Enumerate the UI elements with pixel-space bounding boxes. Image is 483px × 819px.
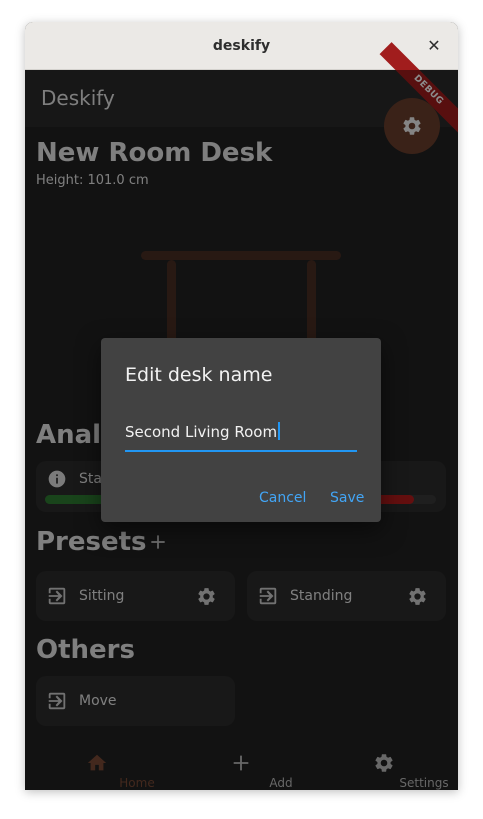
window-title: deskify [212, 37, 271, 54]
cancel-button[interactable]: Cancel [259, 490, 306, 506]
close-icon[interactable]: ✕ [424, 35, 444, 55]
desk-name-input[interactable]: Second Living Room [125, 422, 357, 452]
app-body: Deskify DEBUG New Room Desk Height: 101.… [25, 42, 458, 790]
app-window: deskify ✕ Deskify DEBUG New Room Desk He… [25, 22, 458, 790]
text-caret [278, 422, 281, 440]
save-button[interactable]: Save [330, 490, 364, 506]
desk-name-input-value: Second Living Room [125, 423, 278, 441]
edit-desk-name-dialog: Edit desk name Second Living Room Cancel… [101, 338, 381, 522]
dialog-title: Edit desk name [125, 364, 273, 386]
